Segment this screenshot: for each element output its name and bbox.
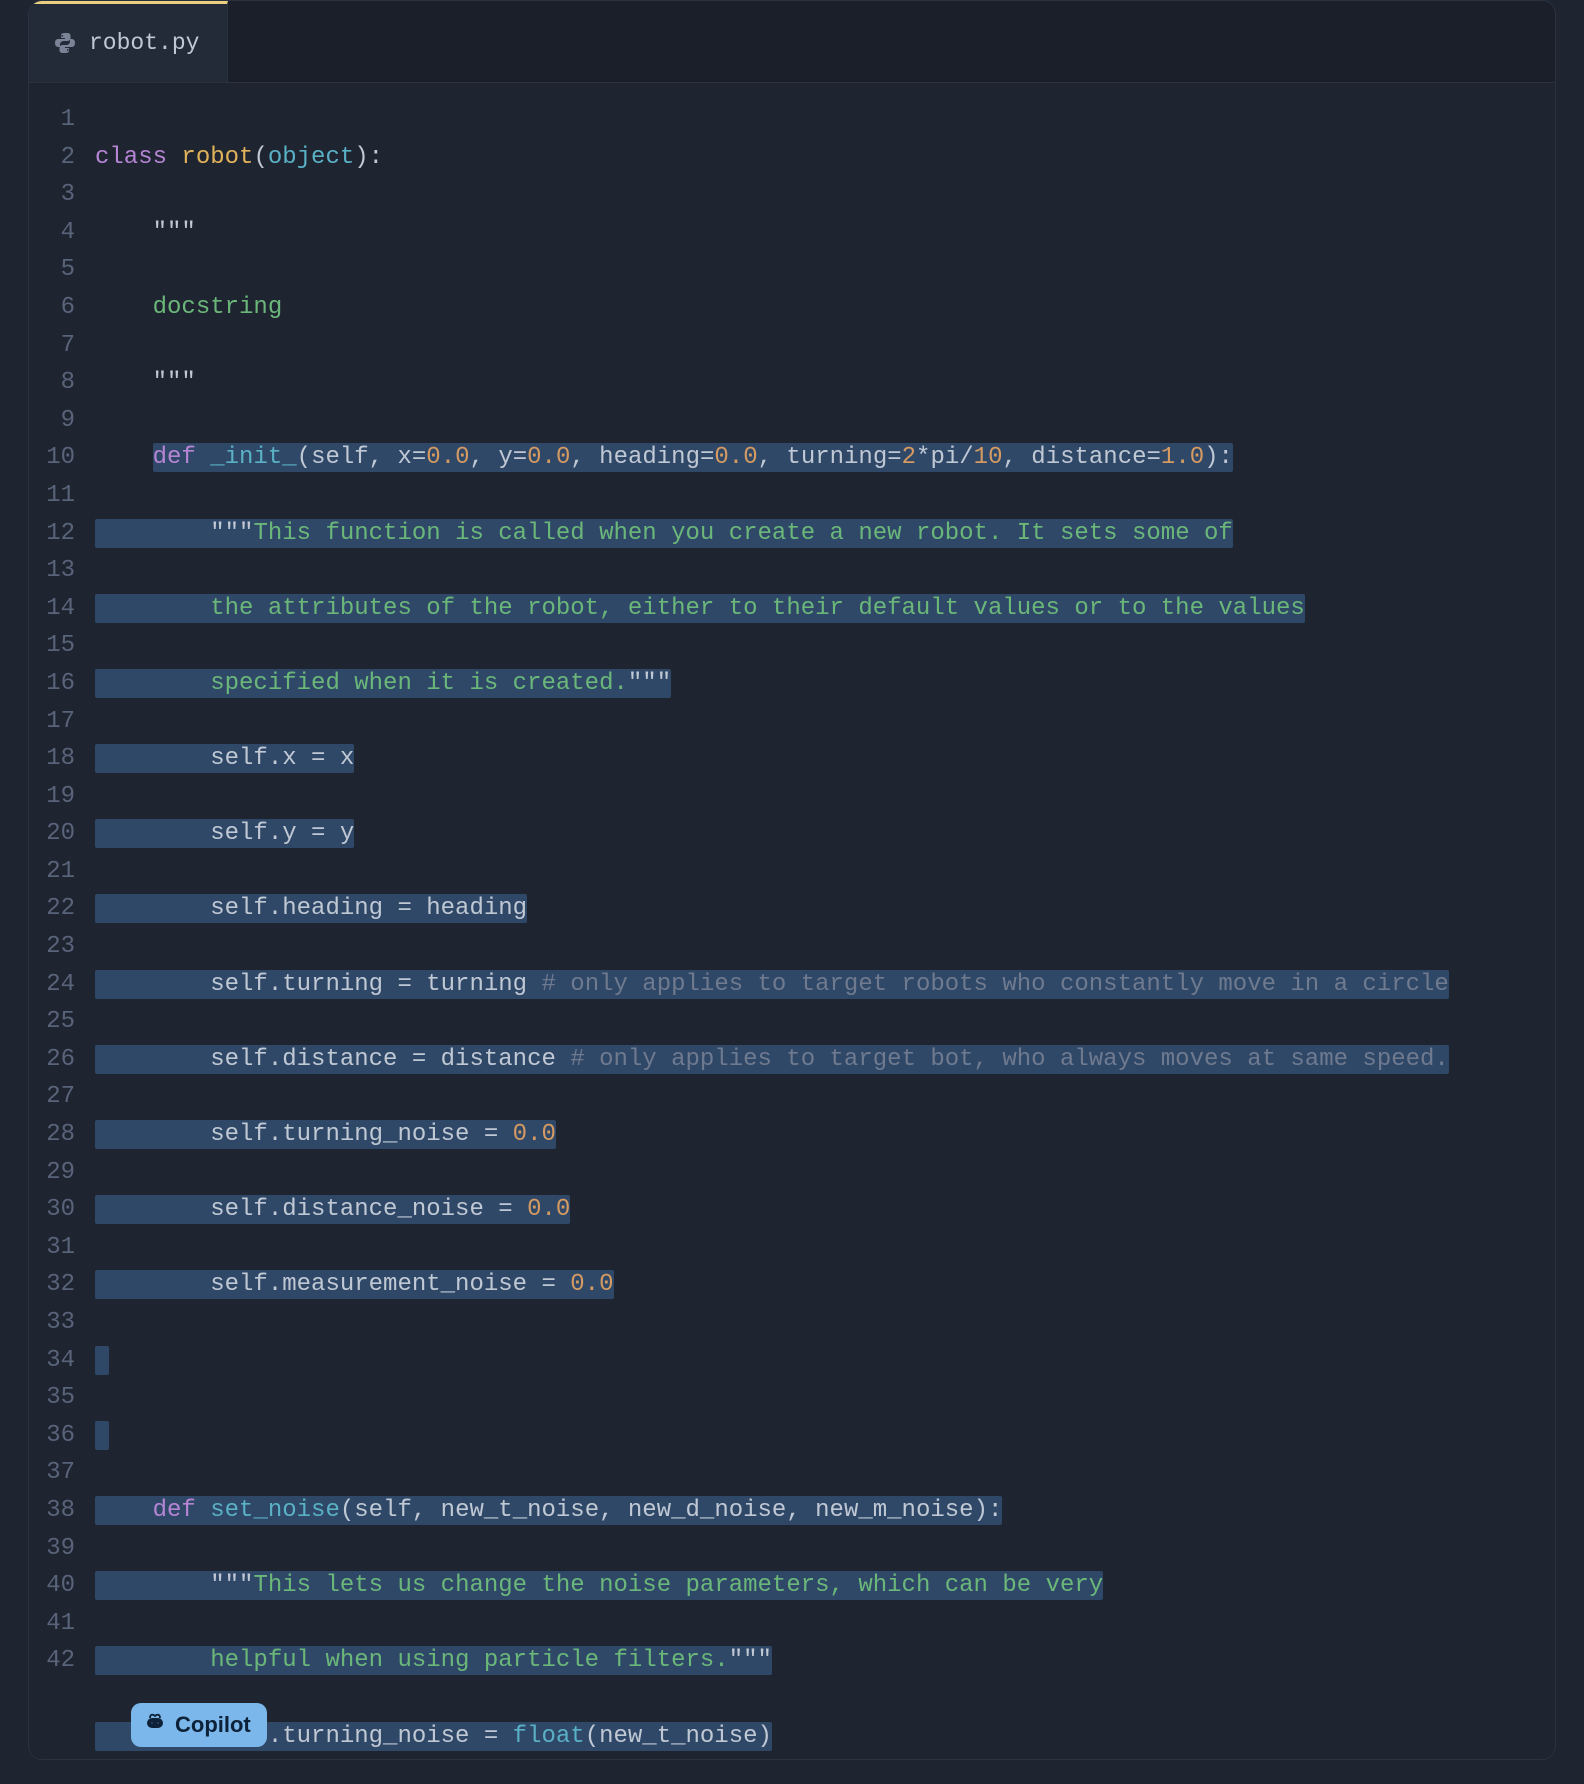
code-line: docstring: [95, 289, 1555, 327]
line-number: 31: [29, 1229, 81, 1267]
code-line: def set_noise(self, new_t_noise, new_d_n…: [95, 1492, 1555, 1530]
line-number: 42: [29, 1642, 81, 1680]
line-number: 12: [29, 515, 81, 553]
code-line: """This function is called when you crea…: [95, 515, 1555, 553]
line-number: 40: [29, 1567, 81, 1605]
line-number: 22: [29, 890, 81, 928]
code-line: specified when it is created.""": [95, 665, 1555, 703]
code-line: def _init_(self, x=0.0, y=0.0, heading=0…: [95, 439, 1555, 477]
line-number: 36: [29, 1417, 81, 1455]
line-number: 32: [29, 1266, 81, 1304]
line-number: 37: [29, 1454, 81, 1492]
line-number: 28: [29, 1116, 81, 1154]
line-number: 11: [29, 477, 81, 515]
code-line: self.turning_noise = float(new_t_noise): [95, 1718, 1555, 1756]
code-line: self.y = y: [95, 815, 1555, 853]
code-line: self.x = x: [95, 740, 1555, 778]
line-number: 35: [29, 1379, 81, 1417]
line-number: 8: [29, 364, 81, 402]
code-line: [95, 1417, 1555, 1455]
line-number: 21: [29, 853, 81, 891]
line-number: 1: [29, 101, 81, 139]
line-number: 26: [29, 1041, 81, 1079]
code-line: helpful when using particle filters.""": [95, 1642, 1555, 1680]
code-line: self.heading = heading: [95, 890, 1555, 928]
line-number: 7: [29, 327, 81, 365]
copilot-label: Copilot: [175, 1712, 251, 1738]
code-line: """: [95, 214, 1555, 252]
line-number: 3: [29, 176, 81, 214]
line-number: 13: [29, 552, 81, 590]
code-line: """: [95, 364, 1555, 402]
code-line: """This lets us change the noise paramet…: [95, 1567, 1555, 1605]
line-number: 4: [29, 214, 81, 252]
line-number: 34: [29, 1342, 81, 1380]
editor-body: 1234567891011121314151617181920212223242…: [29, 83, 1555, 1759]
file-tab-robot[interactable]: robot.py: [29, 1, 228, 82]
line-number: 41: [29, 1605, 81, 1643]
line-number: 15: [29, 627, 81, 665]
code-line: self.turning = turning # only applies to…: [95, 966, 1555, 1004]
line-number: 29: [29, 1154, 81, 1192]
line-number: 25: [29, 1003, 81, 1041]
line-number: 39: [29, 1530, 81, 1568]
copilot-suggestion-chip[interactable]: Copilot: [131, 1703, 267, 1747]
line-number: 9: [29, 402, 81, 440]
code-line: class robot(object):: [95, 139, 1555, 177]
python-icon: [53, 31, 77, 55]
code-line: the attributes of the robot, either to t…: [95, 590, 1555, 628]
line-number: 30: [29, 1191, 81, 1229]
line-number: 27: [29, 1078, 81, 1116]
line-number: 10: [29, 439, 81, 477]
line-number: 24: [29, 966, 81, 1004]
tab-filename: robot.py: [89, 30, 199, 56]
line-number: 19: [29, 778, 81, 816]
line-number: 17: [29, 703, 81, 741]
editor-frame: robot.py 1234567891011121314151617181920…: [28, 0, 1556, 1760]
code-line: [95, 1342, 1555, 1380]
line-number: 5: [29, 251, 81, 289]
line-number: 18: [29, 740, 81, 778]
code-area[interactable]: class robot(object): """ docstring """ d…: [81, 83, 1555, 1759]
code-line: self.distance = distance # only applies …: [95, 1041, 1555, 1079]
line-number: 20: [29, 815, 81, 853]
code-line: self.distance_noise = 0.0: [95, 1191, 1555, 1229]
line-number: 33: [29, 1304, 81, 1342]
line-number: 38: [29, 1492, 81, 1530]
line-number: 16: [29, 665, 81, 703]
line-gutter: 1234567891011121314151617181920212223242…: [29, 83, 81, 1759]
code-line: self.measurement_noise = 0.0: [95, 1266, 1555, 1304]
line-number: 23: [29, 928, 81, 966]
line-number: 2: [29, 139, 81, 177]
line-number: 14: [29, 590, 81, 628]
tab-bar: robot.py: [29, 1, 1555, 83]
code-line: self.turning_noise = 0.0: [95, 1116, 1555, 1154]
line-number: 6: [29, 289, 81, 327]
copilot-icon: [143, 1710, 167, 1740]
